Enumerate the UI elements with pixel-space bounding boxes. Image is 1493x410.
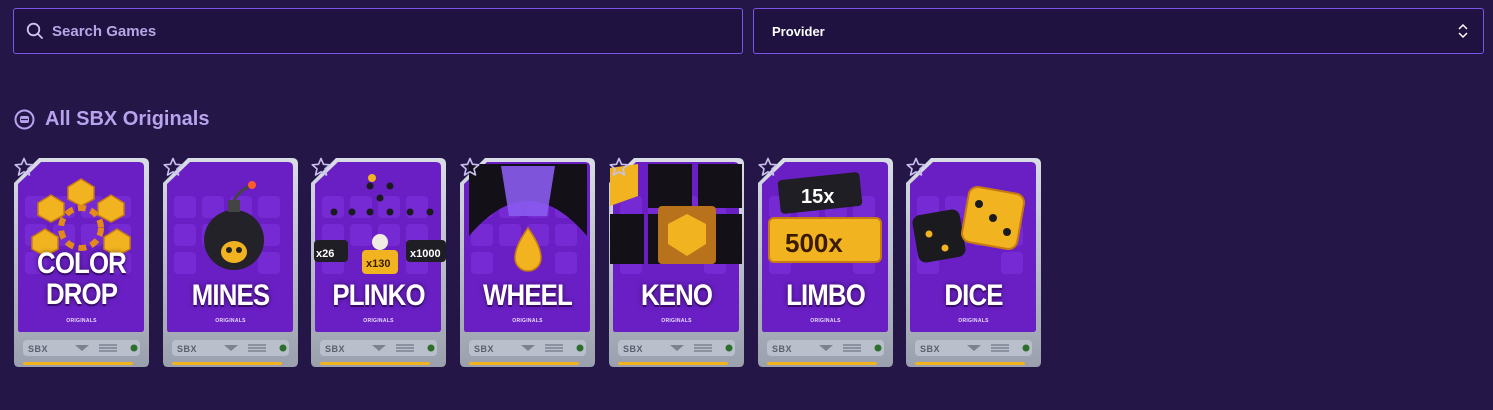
limbo-multiplier: 500x — [785, 228, 843, 258]
game-card[interactable]: COLOR DROP ORIGINALS SBX — [13, 156, 150, 368]
game-brand: SBX — [623, 344, 644, 354]
game-subtitle: ORIGINALS — [363, 318, 394, 324]
favorite-star-icon[interactable] — [758, 157, 778, 177]
game-card[interactable]: LIMBO ORIGINALS SBX 15x 500x — [757, 156, 894, 368]
game-card-art — [609, 158, 744, 367]
game-subtitle: ORIGINALS — [66, 318, 97, 324]
game-title: DICE — [944, 279, 1003, 312]
game-title: PLINKO — [332, 279, 425, 312]
game-brand: SBX — [920, 344, 941, 354]
game-subtitle: ORIGINALS — [512, 318, 543, 324]
game-card[interactable]: PLINKO ORIGINALS SBX x26 x130 x1000 — [310, 156, 447, 368]
favorite-star-icon[interactable] — [311, 157, 331, 177]
favorite-star-icon[interactable] — [609, 157, 629, 177]
favorite-star-icon[interactable] — [163, 157, 183, 177]
originals-icon — [14, 109, 35, 130]
plinko-multiplier: x130 — [366, 258, 391, 270]
search-input[interactable]: Search Games — [13, 8, 743, 54]
section-title: All SBX Originals — [45, 108, 210, 130]
game-subtitle: ORIGINALS — [215, 318, 246, 324]
game-title: MINES — [191, 279, 270, 312]
game-card-art — [460, 158, 595, 367]
game-card[interactable]: WHEEL ORIGINALS SBX — [459, 156, 596, 368]
chevron-up-down-icon — [1458, 23, 1468, 39]
provider-select[interactable]: Provider — [753, 8, 1484, 54]
game-brand: SBX — [772, 344, 793, 354]
game-card-art — [163, 158, 298, 367]
favorite-star-icon[interactable] — [906, 157, 926, 177]
game-card-art — [906, 158, 1041, 367]
game-brand: SBX — [474, 344, 495, 354]
game-card[interactable]: DICE ORIGINALS SBX — [905, 156, 1042, 368]
game-brand: SBX — [28, 344, 49, 354]
plinko-multiplier: x1000 — [410, 248, 441, 260]
game-subtitle: ORIGINALS — [661, 318, 692, 324]
game-brand: SBX — [177, 344, 198, 354]
favorite-star-icon[interactable] — [14, 157, 34, 177]
game-card[interactable]: KENO ORIGINALS SBX — [608, 156, 745, 368]
game-brand: SBX — [325, 344, 346, 354]
limbo-multiplier: 15x — [801, 186, 835, 208]
game-title: WHEEL — [483, 279, 573, 312]
search-placeholder: Search Games — [52, 22, 157, 40]
favorite-star-icon[interactable] — [460, 157, 480, 177]
game-subtitle: ORIGINALS — [958, 318, 989, 324]
provider-label: Provider — [772, 23, 825, 39]
section-header: All SBX Originals — [14, 108, 209, 131]
game-title: KENO — [640, 279, 713, 312]
game-card[interactable]: MINES ORIGINALS SBX — [162, 156, 299, 368]
search-icon — [26, 22, 43, 39]
game-title: COLOR DROP — [37, 247, 127, 311]
game-subtitle: ORIGINALS — [810, 318, 841, 324]
game-title: LIMBO — [786, 279, 866, 312]
plinko-multiplier: x26 — [316, 248, 335, 260]
